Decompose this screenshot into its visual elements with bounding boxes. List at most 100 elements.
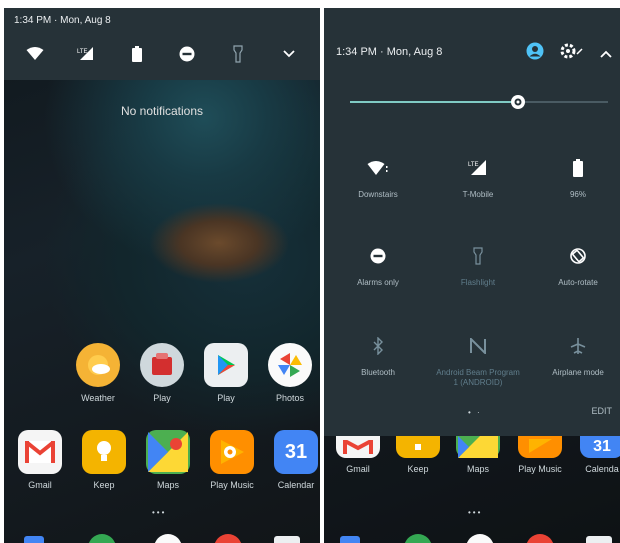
wifi-icon (330, 158, 426, 178)
signal-icon[interactable]: LTE (77, 45, 95, 63)
tile-bluetooth[interactable]: Bluetooth (330, 336, 426, 378)
app-label: Calendar (277, 480, 315, 490)
app-play-store[interactable]: Play (196, 343, 256, 403)
tile-label: T-Mobile (462, 190, 494, 199)
tile-sublabel: 1 (ANDROID) (453, 378, 503, 387)
app-label: Weather (81, 393, 115, 403)
app-label: Gmail (28, 480, 52, 490)
app-maps[interactable]: Maps (448, 430, 508, 474)
tile-label: Downstairs (358, 190, 398, 199)
quick-settings-row: LTE (4, 40, 320, 68)
tile-label: 96% (569, 190, 586, 199)
tile-label: Alarms only (357, 278, 399, 287)
home-screen-panel: 1:34 PM · Mon, Aug 8 LTE No notification… (4, 8, 320, 543)
app-photos[interactable]: Photos (260, 343, 320, 403)
rotate-icon (530, 246, 620, 266)
do-not-disturb-icon[interactable] (178, 45, 196, 63)
tile-flashlight[interactable]: Flashlight (430, 246, 526, 288)
app-calendar[interactable]: 31 Calenda (572, 430, 620, 474)
app-play-folder[interactable]: Play (132, 343, 192, 403)
tile-nfc[interactable]: Android Beam Program 1 (ANDROID) (430, 336, 526, 388)
app-label: Play Music (210, 480, 254, 490)
calendar-day: 31 (284, 440, 308, 463)
tile-label: Android Beam Program 1 (ANDROID) (430, 368, 526, 388)
battery-icon[interactable] (128, 45, 146, 63)
settings-gear-icon[interactable] (560, 42, 584, 65)
app-maps[interactable]: Maps (138, 430, 198, 490)
flashlight-icon (430, 246, 526, 266)
app-label: Keep (93, 480, 115, 490)
calendar-day: 31 (593, 438, 611, 455)
no-notifications-message: No notifications (120, 104, 204, 118)
tile-label: Auto-rotate (558, 278, 598, 287)
app-gmail[interactable]: Gmail (10, 430, 70, 490)
account-icon[interactable] (526, 42, 544, 65)
tile-auto-rotate[interactable]: Auto-rotate (530, 246, 620, 288)
app-weather[interactable]: Weather (68, 343, 128, 403)
app-label: Maps (156, 480, 179, 490)
app-label: Play (217, 393, 235, 403)
tile-label: Bluetooth (361, 368, 395, 377)
app-keep[interactable]: Keep (74, 430, 134, 490)
app-gmail[interactable]: Gmail (328, 430, 388, 474)
airplane-icon (530, 336, 620, 356)
bluetooth-icon (330, 336, 426, 356)
svg-text:LTE: LTE (77, 49, 88, 55)
play-music-icon (518, 436, 562, 458)
calendar-icon: 31 (274, 430, 318, 474)
nfc-icon (430, 336, 526, 356)
flashlight-icon[interactable] (229, 45, 247, 63)
app-keep[interactable]: Keep (388, 430, 448, 474)
app-label: Calenda (585, 464, 619, 474)
maps-icon (146, 430, 190, 474)
tile-label: Flashlight (460, 278, 496, 287)
chevron-up-icon[interactable] (600, 45, 612, 63)
weather-icon (76, 343, 120, 387)
calendar-icon: 31 (580, 436, 620, 458)
gmail-icon (336, 436, 380, 458)
status-time-date: 1:34 PM · Mon, Aug 8 (14, 15, 111, 26)
notification-shade-header[interactable]: 1:34 PM · Mon, Aug 8 LTE (4, 8, 320, 80)
play-store-icon (204, 343, 248, 387)
brightness-thumb-icon[interactable] (510, 94, 526, 110)
app-label: Photos (275, 393, 305, 403)
status-time-date: 1:34 PM · Mon, Aug 8 (336, 46, 443, 58)
tile-do-not-disturb[interactable]: Alarms only (330, 246, 426, 288)
play-folder-icon (140, 343, 184, 387)
play-music-icon (210, 430, 254, 474)
app-label: Play (153, 393, 171, 403)
app-label: Keep (407, 464, 429, 474)
app-play-music[interactable]: Play Music (510, 430, 570, 474)
keep-icon (82, 430, 126, 474)
tile-label: Airplane mode (552, 368, 604, 377)
tile-airplane[interactable]: Airplane mode (530, 336, 620, 378)
partial-icon (274, 536, 300, 543)
app-calendar[interactable]: 31 Calendar (266, 430, 320, 490)
do-not-disturb-icon (330, 246, 426, 266)
app-label: Gmail (346, 464, 370, 474)
battery-icon (530, 158, 620, 178)
svg-text:LTE: LTE (468, 162, 479, 168)
qs-header-actions (526, 42, 612, 65)
chevron-down-icon[interactable] (280, 45, 298, 63)
signal-icon: LTE (430, 158, 526, 178)
partial-icon (586, 536, 612, 543)
edit-button[interactable]: EDIT (591, 406, 612, 416)
tile-cellular[interactable]: LTE T-Mobile (430, 158, 526, 200)
wifi-icon[interactable] (26, 45, 44, 63)
keep-icon (396, 436, 440, 458)
brightness-slider-fill (350, 101, 518, 103)
quick-settings-panel: 1:34 PM · Mon, Aug 8 Downstairs LTE T-Mo… (324, 8, 620, 543)
quick-settings-sheet: 1:34 PM · Mon, Aug 8 Downstairs LTE T-Mo… (324, 8, 620, 436)
app-label: Play Music (518, 464, 562, 474)
page-indicator: ••• (152, 508, 167, 517)
app-play-music[interactable]: Play Music (202, 430, 262, 490)
app-label: Maps (466, 464, 489, 474)
qs-page-indicator: • · (468, 408, 482, 417)
page-indicator: ••• (468, 508, 483, 517)
photos-icon (268, 343, 312, 387)
gmail-icon (18, 430, 62, 474)
tile-battery[interactable]: 96% (530, 158, 620, 200)
partial-icon (24, 536, 44, 543)
tile-wifi[interactable]: Downstairs (330, 158, 426, 200)
